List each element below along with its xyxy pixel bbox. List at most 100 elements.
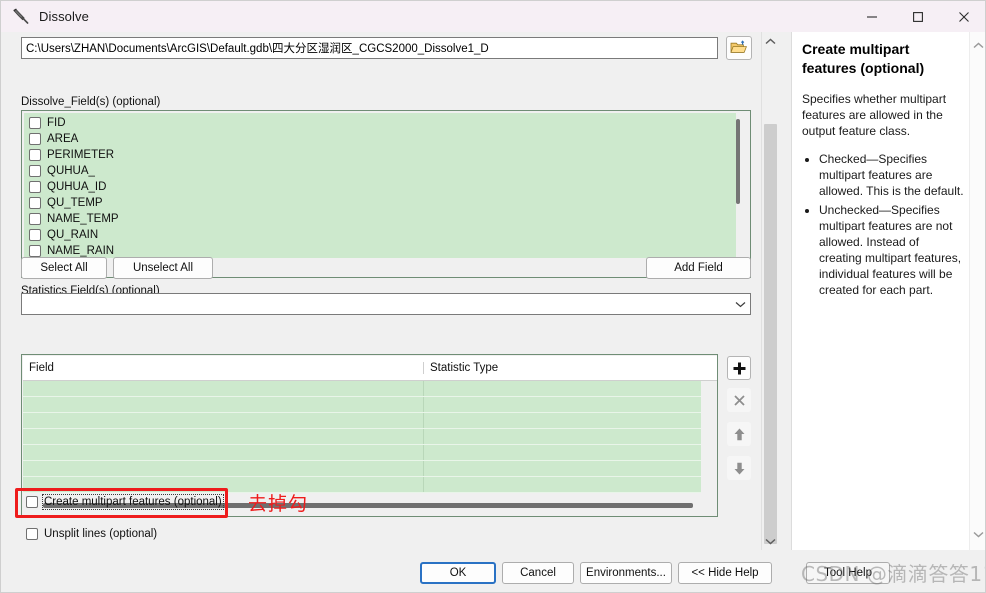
dissolve-fields-list[interactable]: FID AREA PERIMETER QUHUA_ QUHUA_ID QU_TE…: [21, 110, 751, 278]
cell-field: [23, 429, 423, 444]
table-row[interactable]: [23, 381, 701, 397]
field-checkbox[interactable]: [29, 149, 41, 161]
title-bar: Dissolve: [1, 1, 985, 32]
scroll-down-button[interactable]: [762, 532, 779, 550]
field-checkbox[interactable]: [29, 245, 41, 257]
create-multipart-features-option[interactable]: Create multipart features (optional): [26, 494, 224, 510]
browse-output-button[interactable]: [726, 36, 752, 60]
cell-field: [23, 477, 423, 492]
cancel-button[interactable]: Cancel: [502, 562, 574, 584]
list-item[interactable]: QU_TEMP: [24, 195, 736, 211]
cell-statistic-type: [423, 445, 701, 460]
field-label: NAME_RAIN: [47, 244, 115, 257]
table-row[interactable]: [23, 445, 701, 461]
cell-statistic-type: [423, 381, 701, 396]
list-item[interactable]: QUHUA_: [24, 163, 736, 179]
minimize-icon: [867, 15, 877, 18]
tool-help-button[interactable]: Tool Help: [806, 562, 890, 584]
table-row[interactable]: [23, 413, 701, 429]
field-checkbox[interactable]: [29, 165, 41, 177]
table-header-row: Field Statistic Type: [23, 356, 717, 381]
arrow-up-icon: [734, 428, 744, 440]
dialog-footer: OK Cancel Environments... << Hide Help T…: [1, 550, 985, 592]
help-scroll-down-button[interactable]: [970, 525, 985, 543]
field-label: PERIMETER: [47, 148, 115, 161]
scrollbar-thumb[interactable]: [764, 124, 777, 544]
help-scroll-up-button[interactable]: [970, 36, 985, 54]
dissolve-fields-label: Dissolve_Field(s) (optional): [21, 96, 161, 108]
cell-statistic-type: [423, 397, 701, 412]
field-label: QU_TEMP: [47, 196, 103, 209]
field-label: AREA: [47, 132, 79, 145]
cell-field: [23, 381, 423, 396]
list-item[interactable]: PERIMETER: [24, 147, 736, 163]
select-all-button[interactable]: Select All: [21, 257, 107, 279]
list-item[interactable]: QUHUA_ID: [24, 179, 736, 195]
close-x-icon: [733, 394, 745, 406]
cell-field: [23, 445, 423, 460]
window-title: Dissolve: [39, 9, 89, 24]
table-row[interactable]: [23, 397, 701, 413]
dissolve-fields-list-inner: FID AREA PERIMETER QUHUA_ QUHUA_ID QU_TE…: [24, 113, 736, 258]
help-title: Create multipart features (optional): [802, 41, 925, 76]
plus-icon: [733, 362, 745, 374]
help-pane: Create multipart features (optional) Spe…: [791, 32, 985, 550]
ok-button[interactable]: OK: [420, 562, 496, 584]
field-list-scrollbar[interactable]: [736, 119, 740, 204]
cell-field: [23, 461, 423, 476]
help-body: Specifies whether multipart features are…: [802, 92, 947, 138]
annotation-note: 去掉勾: [248, 493, 309, 515]
chevron-up-icon: [973, 41, 984, 48]
create-multipart-features-checkbox[interactable]: [26, 496, 38, 508]
list-item[interactable]: QU_RAIN: [24, 227, 736, 243]
chevron-up-icon: [765, 37, 776, 44]
field-checkbox[interactable]: [29, 181, 41, 193]
chevron-down-icon: [973, 531, 984, 538]
cell-field: [23, 397, 423, 412]
unsplit-lines-checkbox[interactable]: [26, 528, 38, 540]
add-row-button[interactable]: [727, 356, 751, 380]
unselect-all-button[interactable]: Unselect All: [113, 257, 213, 279]
list-item[interactable]: NAME_TEMP: [24, 211, 736, 227]
list-item[interactable]: AREA: [24, 131, 736, 147]
field-checkbox[interactable]: [29, 117, 41, 129]
help-bullet-list: Checked—Specifies multipart features are…: [802, 151, 965, 298]
statistics-table[interactable]: Field Statistic Type: [21, 354, 718, 517]
maximize-icon: [913, 11, 923, 22]
add-field-button[interactable]: Add Field: [646, 257, 751, 279]
field-label: QUHUA_: [47, 164, 95, 177]
cell-statistic-type: [423, 477, 701, 492]
arrow-down-icon: [734, 462, 744, 474]
hide-help-button[interactable]: << Hide Help: [678, 562, 772, 584]
column-header-statistic-type: Statistic Type: [423, 362, 717, 374]
cell-statistic-type: [423, 429, 701, 444]
environments-button[interactable]: Environments...: [580, 562, 672, 584]
move-row-down-button[interactable]: [727, 456, 751, 480]
table-row[interactable]: [23, 461, 701, 477]
close-button[interactable]: [941, 1, 985, 32]
field-label: FID: [47, 116, 66, 129]
field-checkbox[interactable]: [29, 213, 41, 225]
move-row-up-button[interactable]: [727, 422, 751, 446]
scroll-up-button[interactable]: [762, 32, 779, 50]
unsplit-lines-option[interactable]: Unsplit lines (optional): [26, 528, 157, 540]
minimize-button[interactable]: [849, 1, 895, 32]
parameters-pane-scrollbar[interactable]: [761, 32, 779, 550]
table-body: [23, 381, 701, 493]
statistics-fields-combo[interactable]: [21, 293, 751, 315]
field-label: QU_RAIN: [47, 228, 99, 241]
field-label: QUHUA_ID: [47, 180, 107, 193]
table-row[interactable]: [23, 477, 701, 493]
remove-row-button[interactable]: [727, 388, 751, 412]
parameters-pane: C:\Users\ZHAN\Documents\ArcGIS\Default.g…: [1, 32, 784, 550]
list-item[interactable]: FID: [24, 115, 736, 131]
output-feature-class-input[interactable]: C:\Users\ZHAN\Documents\ArcGIS\Default.g…: [21, 37, 718, 59]
maximize-button[interactable]: [895, 1, 941, 32]
table-row[interactable]: [23, 429, 701, 445]
field-checkbox[interactable]: [29, 197, 41, 209]
field-checkbox[interactable]: [29, 229, 41, 241]
chevron-down-icon: [765, 538, 776, 545]
cell-field: [23, 413, 423, 428]
field-checkbox[interactable]: [29, 133, 41, 145]
help-pane-scrollbar[interactable]: [969, 32, 985, 550]
